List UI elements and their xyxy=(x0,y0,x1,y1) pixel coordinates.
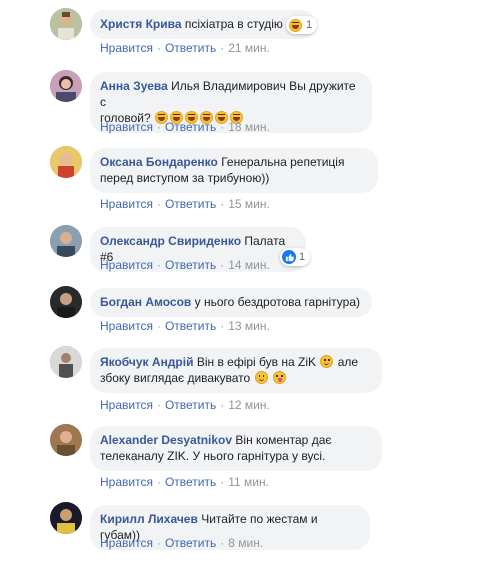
avatar[interactable] xyxy=(50,225,82,257)
avatar[interactable] xyxy=(50,70,82,102)
avatar[interactable] xyxy=(50,146,82,178)
comment-bubble: Христя Крива псіхіатра в студію xyxy=(90,10,316,39)
author-name[interactable]: Alexander Desyatnikov xyxy=(100,433,232,447)
comment-bubble: Богдан Амосов у нього бездротова гарніту… xyxy=(90,288,372,317)
comment-text: Він коментар дає xyxy=(235,433,332,447)
like-button[interactable]: Нравится xyxy=(100,536,153,550)
comment-text: Генеральна репетиція xyxy=(221,155,345,169)
separator: · xyxy=(156,41,161,55)
author-name[interactable]: Олександр Свириденко xyxy=(100,234,241,248)
comment-meta: Нравится · Ответить · 14 мин. xyxy=(100,258,270,272)
like-button[interactable]: Нравится xyxy=(100,197,153,211)
like-button[interactable]: Нравится xyxy=(100,398,153,412)
timestamp[interactable]: 18 мин. xyxy=(228,120,270,134)
reaction-count: 1 xyxy=(299,251,306,263)
comment-text: збоку виглядає дивакувато xyxy=(100,371,251,385)
smile-emoji-icon xyxy=(254,371,268,384)
separator: · xyxy=(220,120,225,134)
comment-meta: Нравится · Ответить · 11 мин. xyxy=(100,475,269,489)
author-name[interactable]: Христя Крива xyxy=(100,17,182,31)
comment-meta: Нравится · Ответить · 18 мин. xyxy=(100,120,270,134)
comment-text: але xyxy=(337,355,359,369)
reply-button[interactable]: Ответить xyxy=(165,258,216,272)
reply-button[interactable]: Ответить xyxy=(165,319,216,333)
avatar[interactable] xyxy=(50,8,82,40)
timestamp[interactable]: 14 мин. xyxy=(228,258,270,272)
reaction-badge[interactable]: 1 xyxy=(280,248,311,266)
separator: · xyxy=(156,536,161,550)
separator: · xyxy=(220,197,225,211)
author-name[interactable]: Оксана Бондаренко xyxy=(100,155,218,169)
reply-button[interactable]: Ответить xyxy=(165,536,216,550)
separator: · xyxy=(220,475,225,489)
comment-bubble: Якобчук Андрій Він в ефірі був на ZiK ал… xyxy=(90,348,382,393)
like-button[interactable]: Нравится xyxy=(100,258,153,272)
timestamp[interactable]: 15 мин. xyxy=(228,197,270,211)
reaction-count: 1 xyxy=(306,19,313,31)
comment-meta: Нравится · Ответить · 13 мин. xyxy=(100,319,270,333)
comment-meta: Нравится · Ответить · 8 мин. xyxy=(100,536,263,550)
separator: · xyxy=(220,536,225,550)
author-name[interactable]: Богдан Амосов xyxy=(100,295,191,309)
comment-bubble: Alexander Desyatnikov Він коментар дає т… xyxy=(90,426,382,471)
separator: · xyxy=(220,319,225,333)
comment-text: перед виступом за трибуною)) xyxy=(100,171,270,185)
wink-tongue-emoji-icon xyxy=(272,371,286,384)
like-button[interactable]: Нравится xyxy=(100,319,153,333)
comment-text: у нього бездротова гарнітура) xyxy=(194,295,361,309)
reply-button[interactable]: Ответить xyxy=(165,398,216,412)
smile-emoji-icon xyxy=(320,355,334,368)
separator: · xyxy=(220,398,225,412)
author-name[interactable]: Кирилл Лихачев xyxy=(100,512,198,526)
avatar[interactable] xyxy=(50,286,82,318)
like-reaction-icon xyxy=(282,250,296,264)
timestamp[interactable]: 12 мин. xyxy=(228,398,270,412)
comment-meta: Нравится · Ответить · 12 мин. xyxy=(100,398,270,412)
comment-bubble: Оксана Бондаренко Генеральна репетиція п… xyxy=(90,148,378,193)
separator: · xyxy=(220,41,225,55)
avatar[interactable] xyxy=(50,502,82,534)
separator: · xyxy=(156,475,161,489)
comment-text: телеканалу ZIK. У нього гарнітура у вусі… xyxy=(100,449,326,463)
avatar[interactable] xyxy=(50,424,82,456)
haha-reaction-icon xyxy=(289,18,302,32)
comment-text: псіхіатра в студію xyxy=(184,17,283,31)
author-name[interactable]: Анна Зуева xyxy=(100,79,168,93)
comment-meta: Нравится · Ответить · 21 мин. xyxy=(100,41,270,55)
like-button[interactable]: Нравится xyxy=(100,41,153,55)
reply-button[interactable]: Ответить xyxy=(165,41,216,55)
comment-text: Він в ефірі був на ZiK xyxy=(196,355,316,369)
like-button[interactable]: Нравится xyxy=(100,475,153,489)
separator: · xyxy=(156,197,161,211)
like-button[interactable]: Нравится xyxy=(100,120,153,134)
separator: · xyxy=(156,258,161,272)
timestamp[interactable]: 8 мин. xyxy=(228,536,263,550)
timestamp[interactable]: 11 мин. xyxy=(228,475,269,489)
reply-button[interactable]: Ответить xyxy=(165,197,216,211)
timestamp[interactable]: 21 мин. xyxy=(228,41,270,55)
timestamp[interactable]: 13 мин. xyxy=(228,319,270,333)
separator: · xyxy=(156,319,161,333)
separator: · xyxy=(156,120,161,134)
separator: · xyxy=(220,258,225,272)
author-name[interactable]: Якобчук Андрій xyxy=(100,355,193,369)
separator: · xyxy=(156,398,161,412)
reaction-badge[interactable]: 1 xyxy=(286,16,318,34)
reply-button[interactable]: Ответить xyxy=(165,120,216,134)
reply-button[interactable]: Ответить xyxy=(165,475,216,489)
avatar[interactable] xyxy=(50,346,82,378)
comment-meta: Нравится · Ответить · 15 мин. xyxy=(100,197,270,211)
